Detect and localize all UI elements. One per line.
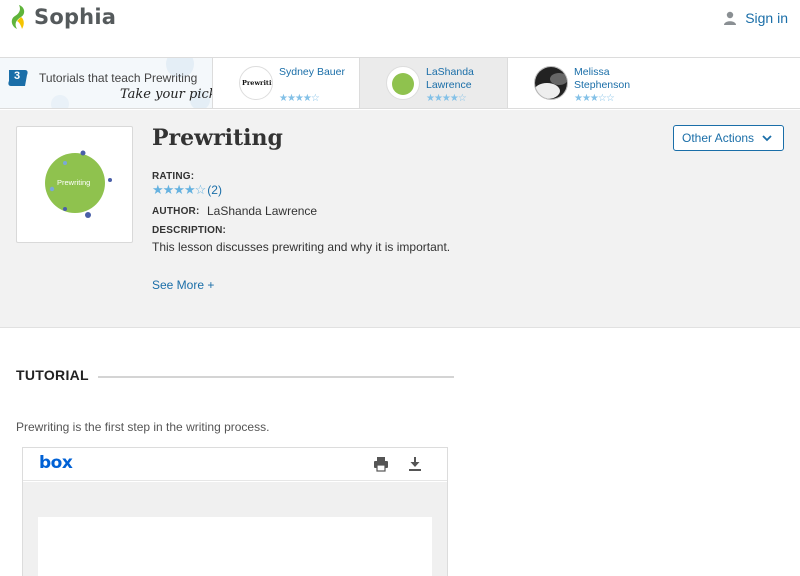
sign-in-link[interactable]: Sign in — [723, 10, 788, 26]
sophia-leaf-icon — [11, 5, 25, 29]
other-actions-label: Other Actions — [682, 131, 755, 145]
take-your-pick-label: Take your pick: — [120, 87, 212, 102]
viewer-toolbar: box — [23, 448, 447, 481]
author-label: AUTHOR: — [152, 206, 200, 217]
viewer-canvas[interactable] — [23, 482, 447, 576]
chevron-down-icon — [762, 135, 772, 142]
tutorial-author-name: Sydney Bauer — [279, 66, 345, 78]
lesson-rating[interactable]: ★★★★☆ (2) — [152, 182, 222, 198]
green-circle-thumbnail — [392, 73, 414, 95]
lesson-thumbnail: Prewriting — [16, 126, 133, 243]
photo-thumbnail — [535, 67, 567, 99]
tutorial-thumbnail — [534, 66, 568, 100]
download-icon[interactable] — [407, 456, 423, 472]
sophia-logo[interactable]: Sophia — [10, 4, 116, 30]
box-logo[interactable]: box — [39, 453, 73, 473]
tutorial-card-sydney-bauer[interactable]: Prewriting Sydney Bauer ★★★★☆ — [212, 58, 359, 108]
tutorial-author-name: LaShanda Lawrence — [426, 66, 474, 91]
tutorial-intro-text: Prewriting is the first step in the writ… — [16, 420, 270, 434]
brand-name: Sophia — [34, 5, 117, 29]
thumbnail-text: Prewriting — [242, 79, 272, 87]
tutorial-thumbnail: Prewriting — [239, 66, 273, 100]
other-actions-button[interactable]: Other Actions — [673, 125, 784, 151]
lesson-info-panel: Prewriting Prewriting RATING: ★★★★☆ (2) … — [0, 110, 800, 328]
page-title: Prewriting — [152, 125, 283, 151]
tutorial-rating-stars: ★★★★☆ — [279, 93, 320, 104]
tutorial-heading: TUTORIAL — [16, 367, 89, 383]
tutorial-rating-stars: ★★★☆☆ — [574, 93, 615, 104]
tutorial-count: 3 — [14, 70, 21, 82]
tutorial-author-name: Melissa Stephenson — [574, 66, 631, 91]
print-icon[interactable] — [373, 456, 389, 472]
site-header: Sophia Sign in — [0, 0, 800, 36]
tutorial-picker-title: Tutorials that teach Prewriting — [39, 71, 198, 85]
heading-divider — [98, 376, 454, 378]
box-document-viewer[interactable]: box — [22, 447, 448, 576]
tutorial-picker-strip: 3 Tutorials that teach Prewriting Take y… — [0, 57, 800, 109]
tutorial-picker-intro: 3 Tutorials that teach Prewriting Take y… — [0, 58, 212, 108]
lesson-description: This lesson discusses prewriting and why… — [152, 240, 451, 254]
sign-in-label: Sign in — [745, 10, 788, 26]
rating-label: RATING: — [152, 171, 195, 182]
tutorial-thumbnail — [386, 66, 420, 100]
thumbnail-label: Prewriting — [57, 178, 91, 187]
rating-stars: ★★★★☆ — [152, 182, 206, 197]
person-icon — [724, 11, 737, 25]
rating-count: (2) — [207, 183, 222, 197]
tutorial-rating-stars: ★★★★☆ — [426, 93, 467, 104]
see-more-link[interactable]: See More + — [152, 278, 214, 292]
description-label: DESCRIPTION: — [152, 225, 227, 236]
tutorial-card-lashanda-lawrence[interactable]: LaShanda Lawrence ★★★★☆ — [359, 58, 507, 108]
author-name: LaShanda Lawrence — [207, 204, 318, 218]
tutorial-card-melissa-stephenson[interactable]: Melissa Stephenson ★★★☆☆ — [507, 58, 800, 108]
document-page — [38, 517, 432, 576]
